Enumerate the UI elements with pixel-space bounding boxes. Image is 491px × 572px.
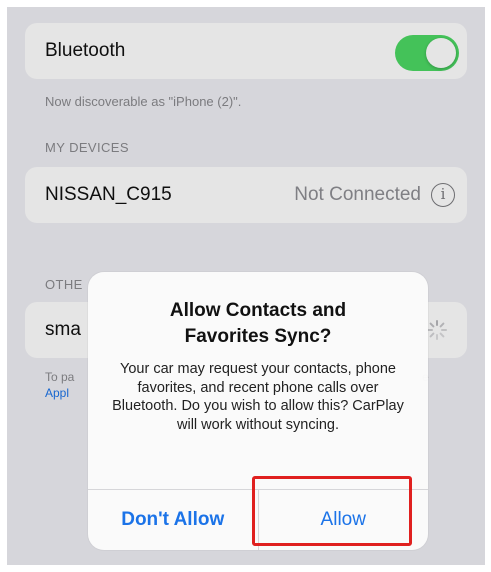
dont-allow-button[interactable]: Don't Allow [88,490,259,550]
alert-title: Allow Contacts and Favorites Sync? [169,300,347,347]
sync-permission-alert: Allow Contacts and Favorites Sync? Your … [88,272,428,550]
bluetooth-settings-screen: Bluetooth Now discoverable as "iPhone (2… [7,7,485,565]
alert-button-bar: Don't Allow Allow [88,489,428,550]
alert-message: Your car may request your contacts, phon… [112,361,404,433]
allow-button[interactable]: Allow [259,490,429,550]
